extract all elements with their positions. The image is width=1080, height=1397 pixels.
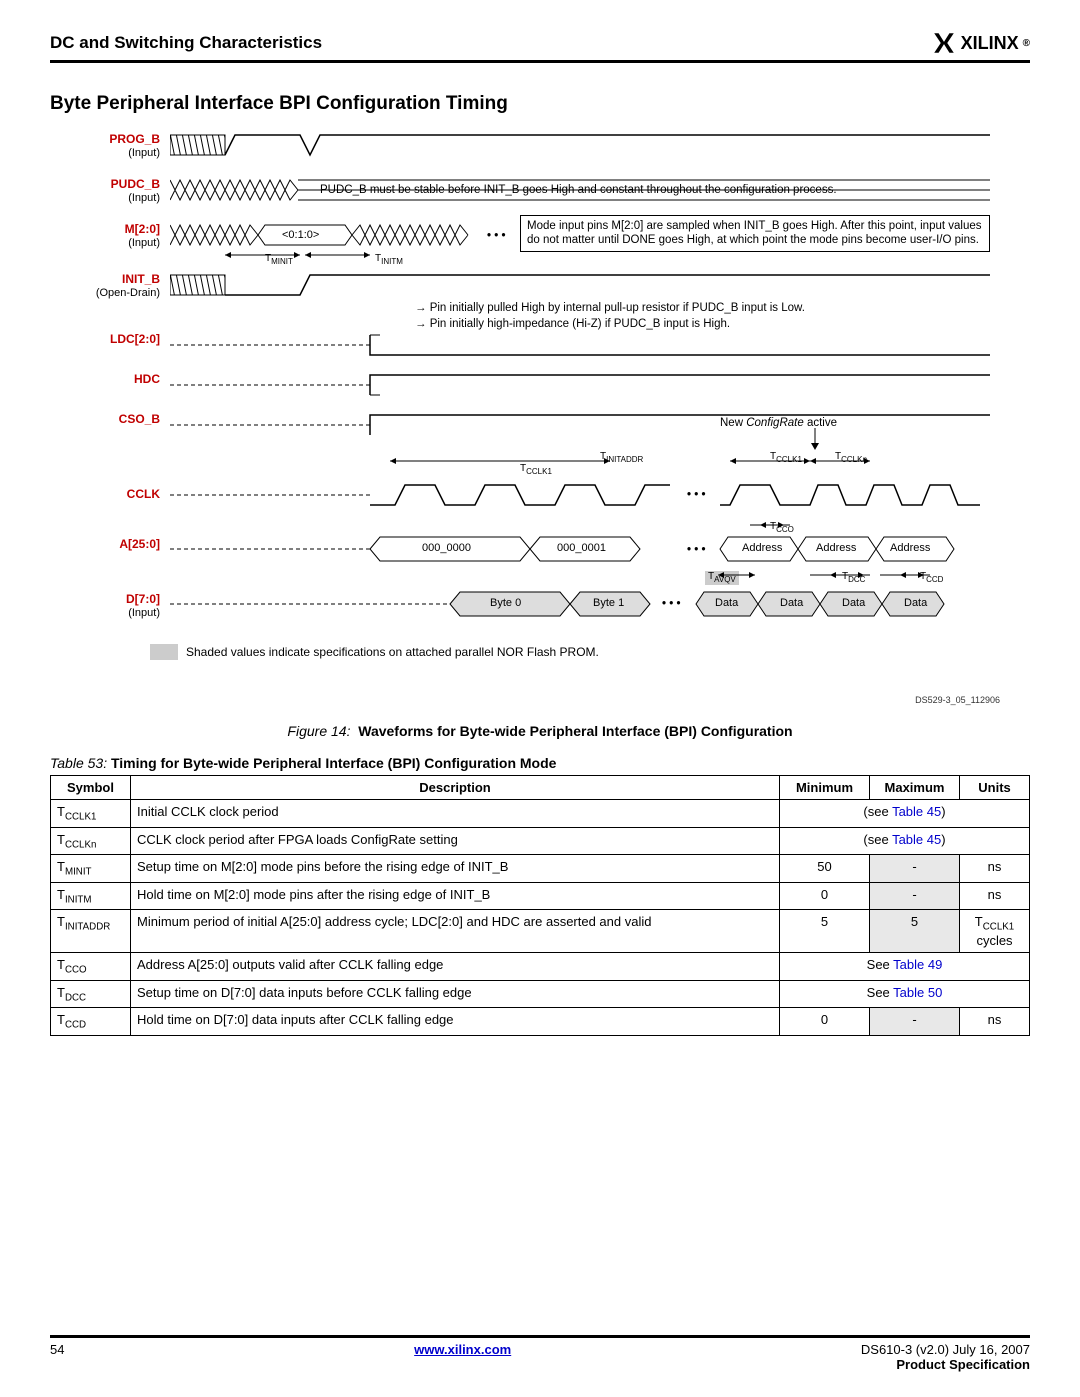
sig-cso-b: CSO_B bbox=[119, 412, 160, 426]
arrows-minit bbox=[170, 248, 520, 263]
registered-mark: ® bbox=[1023, 38, 1030, 49]
shaded-legend: Shaded values indicate specifications on… bbox=[150, 644, 1010, 660]
page-number: 54 bbox=[50, 1342, 64, 1372]
xilinx-icon bbox=[931, 30, 957, 56]
table-row: TCCDHold time on D[7:0] data inputs afte… bbox=[51, 1008, 1030, 1036]
wave-cclk bbox=[170, 478, 990, 513]
page-header: DC and Switching Characteristics XILINX® bbox=[50, 30, 1030, 63]
table-caption: Table 53: Timing for Byte-wide Periphera… bbox=[50, 755, 1030, 771]
table-row: TCCLKnCCLK clock period after FPGA loads… bbox=[51, 827, 1030, 855]
wave-data bbox=[170, 588, 990, 620]
wave-prog-b bbox=[170, 133, 990, 163]
table-row: TMINITSetup time on M[2:0] mode pins bef… bbox=[51, 855, 1030, 883]
tcco-arrow bbox=[170, 518, 990, 533]
wave-ldc bbox=[170, 333, 990, 358]
dcc-arrows bbox=[170, 568, 990, 583]
note-init-low: → Pin initially pulled High by internal … bbox=[415, 301, 805, 315]
t-cclkn: TCCLKn bbox=[835, 451, 867, 465]
page-footer: 54 www.xilinx.com DS610-3 (v2.0) July 16… bbox=[50, 1335, 1030, 1372]
table-row: TINITADDRMinimum period of initial A[25:… bbox=[51, 910, 1030, 953]
diagram-id: DS529-3_05_112906 bbox=[915, 695, 1000, 705]
shaded-swatch bbox=[150, 644, 178, 660]
footer-url[interactable]: www.xilinx.com bbox=[414, 1342, 511, 1372]
sig-init-b: INIT_B bbox=[122, 272, 160, 286]
figure-caption: Figure 14: Waveforms for Byte-wide Perip… bbox=[50, 723, 1030, 739]
table-row: TCCOAddress A[25:0] outputs valid after … bbox=[51, 952, 1030, 980]
configrate-arrow bbox=[810, 428, 830, 453]
timing-diagram: PROG_B(Input) PUDC_B(Input) PUDC_B must … bbox=[90, 133, 1010, 713]
sig-a25: A[25:0] bbox=[119, 537, 160, 551]
sig-hdc: HDC bbox=[134, 372, 160, 386]
sig-prog-b: PROG_B bbox=[109, 132, 160, 146]
header-title: DC and Switching Characteristics bbox=[50, 33, 322, 53]
table-row: TDCCSetup time on D[7:0] data inputs bef… bbox=[51, 980, 1030, 1008]
table-row: TINITMHold time on M[2:0] mode pins afte… bbox=[51, 882, 1030, 910]
t-initaddr: TINITADDR bbox=[600, 451, 643, 465]
cclk-arrows bbox=[170, 451, 990, 473]
note-init-hiz: → Pin initially high-impedance (Hi-Z) if… bbox=[415, 317, 730, 331]
wave-init-b bbox=[170, 273, 990, 303]
table-header-row: Symbol Description Minimum Maximum Units bbox=[51, 776, 1030, 800]
t-cclk1-a: TCCLK1 bbox=[520, 463, 552, 477]
brand-logo: XILINX® bbox=[931, 30, 1030, 56]
sig-cclk: CCLK bbox=[127, 487, 160, 501]
sig-m20: M[2:0] bbox=[125, 222, 160, 236]
footer-doc: DS610-3 (v2.0) July 16, 2007Product Spec… bbox=[861, 1342, 1030, 1372]
note-pudc: PUDC_B must be stable before INIT_B goes… bbox=[320, 183, 837, 197]
sig-pudc-b: PUDC_B bbox=[111, 177, 160, 191]
sig-ldc: LDC[2:0] bbox=[110, 332, 160, 346]
wave-cso-b bbox=[170, 413, 990, 438]
sig-d7: D[7:0] bbox=[126, 592, 160, 606]
section-heading: Byte Peripheral Interface BPI Configurat… bbox=[50, 93, 1030, 115]
note-mode: Mode input pins M[2:0] are sampled when … bbox=[520, 215, 990, 252]
t-cclk1-b: TCCLK1 bbox=[770, 451, 802, 465]
wave-hdc bbox=[170, 373, 990, 398]
timing-table: Symbol Description Minimum Maximum Units… bbox=[50, 775, 1030, 1036]
table-row: TCCLK1Initial CCLK clock period(see Tabl… bbox=[51, 800, 1030, 828]
m-value: <0:1:0> bbox=[282, 229, 319, 243]
